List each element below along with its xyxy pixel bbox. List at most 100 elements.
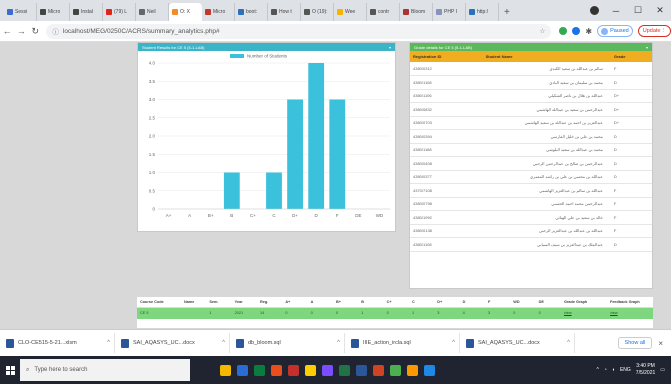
back-button[interactable]: ←: [0, 26, 14, 36]
tab-label: (79) L: [114, 9, 128, 15]
close-downloads-button[interactable]: ×: [658, 339, 663, 348]
x-tick-label: F: [336, 213, 339, 218]
taskbar-app-icon[interactable]: [373, 364, 384, 376]
table-row: 4380/0408 عبدالرحمن بن صالح بن عبدالرحمن …: [410, 156, 652, 171]
taskbar-app-icon[interactable]: [424, 364, 435, 376]
download-item[interactable]: db_bloom.sql ^: [230, 333, 345, 353]
table-cell: 4380/1992: [410, 210, 483, 225]
info-icon[interactable]: ⓘ: [52, 26, 59, 36]
tab-favicon-icon: [403, 9, 409, 15]
file-icon: [236, 338, 244, 348]
file-icon: [466, 338, 474, 348]
browser-tab[interactable]: O: X: [169, 3, 202, 21]
download-item[interactable]: SAI_AQASYS_UC...docx ^: [115, 333, 230, 353]
file-icon: [6, 338, 14, 348]
bar: [266, 172, 282, 209]
table-cell: 3: [484, 307, 511, 319]
extension-icon[interactable]: [572, 27, 581, 35]
maximize-button[interactable]: ☐: [627, 5, 649, 16]
table-cell: 4380/0377: [410, 170, 483, 184]
extension-icon[interactable]: [559, 27, 568, 35]
tab-label: O (19):: [312, 9, 328, 15]
taskbar-app-icon[interactable]: [339, 364, 350, 376]
table-cell: 1: [408, 307, 435, 319]
volume-icon[interactable]: ◖: [612, 367, 615, 373]
start-button[interactable]: [0, 356, 20, 384]
chevron-up-icon[interactable]: ^: [222, 340, 225, 346]
taskbar-app-icon[interactable]: [271, 364, 282, 376]
table-cell[interactable]: view: [607, 307, 653, 319]
new-tab-button[interactable]: +: [504, 7, 510, 18]
browser-tab[interactable]: http:/: [466, 3, 499, 21]
column-header: D: [459, 297, 485, 308]
show-all-button[interactable]: Show all: [617, 337, 653, 349]
column-header: Grade Graph: [561, 297, 607, 308]
chevron-up-icon[interactable]: ^: [567, 340, 570, 346]
collapse-icon[interactable]: ▾: [389, 45, 391, 50]
download-item[interactable]: CLO-CE515-5-21...xlsm ^: [0, 333, 115, 353]
table-cell: 0: [510, 307, 536, 319]
column-header: DE: [535, 297, 561, 308]
table-cell: خالد بن سعيد بن علي الهنائي: [482, 210, 611, 225]
browser-tab[interactable]: Neil: [136, 3, 169, 21]
url-input[interactable]: ⓘ localhost/MEG/0250C/ACRS/summary_analy…: [46, 23, 552, 39]
taskbar-app-icon[interactable]: [390, 364, 401, 376]
browser-tab[interactable]: boot:: [235, 3, 268, 21]
puzzle-icon[interactable]: ✱: [585, 27, 592, 36]
chevron-up-icon[interactable]: ^: [452, 340, 455, 346]
grade-bar-chart: 0 0.5 1.0 1.5 2.0 2.5 3.0 3.5 4.0 A+ A B+ B C+ C D+ D F DE…: [149, 54, 390, 218]
collapse-icon[interactable]: ▾: [646, 45, 648, 50]
taskbar-app-icon[interactable]: [322, 364, 333, 376]
browser-tab[interactable]: O (19):: [301, 3, 334, 21]
taskbar-app-icon[interactable]: [220, 364, 231, 376]
column-header: Name: [181, 297, 207, 308]
reload-button[interactable]: ↻: [28, 26, 42, 37]
taskbar-apps: [220, 364, 435, 376]
browser-tab[interactable]: (79) L: [103, 3, 136, 21]
close-window-button[interactable]: ✕: [649, 5, 671, 16]
profile-icon[interactable]: [590, 6, 599, 15]
taskbar-app-icon[interactable]: [237, 364, 248, 376]
download-item[interactable]: IIIE_action_ircla.sql ^: [345, 333, 460, 353]
browser-tab[interactable]: Instal: [70, 3, 103, 21]
chevron-up-icon[interactable]: ^: [597, 367, 599, 373]
language-indicator[interactable]: ENG: [620, 367, 631, 373]
taskbar-app-icon[interactable]: [356, 364, 367, 376]
profile-paused-button[interactable]: Paused: [597, 25, 633, 37]
taskbar-search[interactable]: ⌕ Type here to search: [20, 359, 190, 381]
download-filename: SAI_AQASYS_UC...docx: [133, 340, 195, 346]
browser-tab[interactable]: PHP I: [433, 3, 466, 21]
tab-label: Sessi: [15, 9, 28, 15]
table-row: 4380/0377 عبدالله بن محسن بن علي بن راشد …: [410, 170, 652, 184]
taskbar-app-icon[interactable]: [288, 364, 299, 376]
browser-tab[interactable]: Micro: [37, 3, 70, 21]
bookmark-star-icon[interactable]: ☆: [540, 27, 546, 35]
url-text: localhost/MEG/0250C/ACRS/summary_analyti…: [62, 27, 220, 35]
browser-tab[interactable]: contr: [367, 3, 400, 21]
notification-icon[interactable]: ▭: [660, 367, 665, 373]
browser-tab[interactable]: Wee: [334, 3, 367, 21]
browser-tab[interactable]: Micro: [202, 3, 235, 21]
x-tick-label: C+: [250, 213, 256, 218]
taskbar-app-icon[interactable]: [407, 364, 418, 376]
browser-tab[interactable]: Sessi: [4, 3, 37, 21]
tab-favicon-icon: [7, 9, 13, 15]
chevron-up-icon[interactable]: ^: [337, 340, 340, 346]
chevron-up-icon[interactable]: ^: [107, 340, 110, 346]
update-button[interactable]: Update ⋮: [637, 25, 671, 37]
clock[interactable]: 3:40 PM 7/5/2021: [636, 363, 655, 377]
column-header: Feedback Graph: [607, 297, 653, 308]
minimize-button[interactable]: ─: [605, 6, 627, 16]
taskbar-app-icon[interactable]: [254, 364, 265, 376]
wifi-icon[interactable]: ◔: [604, 367, 607, 373]
browser-tab[interactable]: How t: [268, 3, 301, 21]
table-cell[interactable]: view: [561, 307, 607, 319]
students-table: Registration ID Student Name Grade 4380/03…: [410, 51, 652, 252]
tab-favicon-icon: [469, 9, 475, 15]
table-cell: سالم بن عبدالله بن سعيد الكندي: [482, 62, 611, 76]
download-item[interactable]: SAI_AQASYS_UC...docx ^: [460, 333, 575, 353]
tab-label: Micro: [48, 9, 61, 15]
forward-button[interactable]: →: [14, 26, 28, 36]
taskbar-app-icon[interactable]: [305, 364, 316, 376]
browser-tab[interactable]: Bloom: [400, 3, 433, 21]
